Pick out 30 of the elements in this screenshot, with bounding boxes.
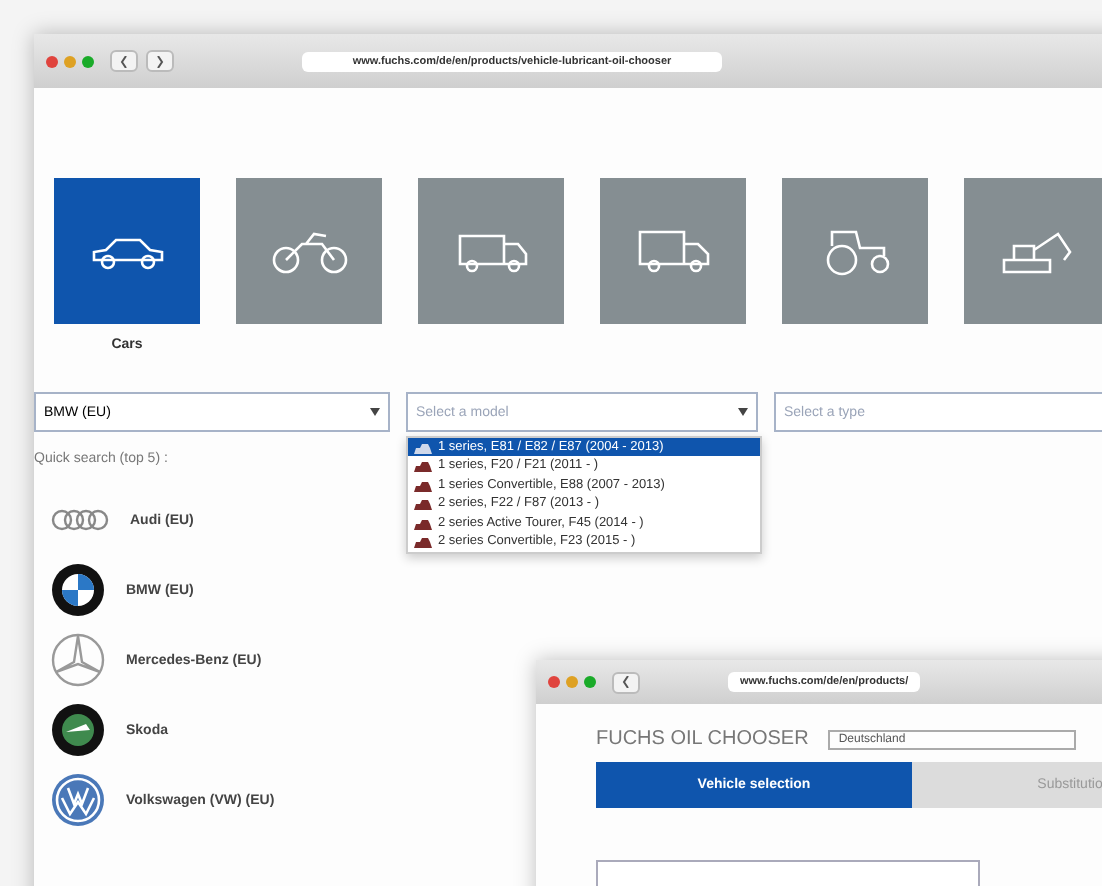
vehicle-category-tile[interactable]: [600, 178, 746, 324]
caret-icon: [738, 408, 748, 416]
winged-arrow-logo-icon: [50, 702, 106, 758]
back-button[interactable]: [612, 671, 640, 693]
vehicle-category-tile[interactable]: [782, 178, 928, 324]
close-button[interactable]: [548, 676, 560, 688]
vw-logo-icon: [50, 772, 106, 828]
chevron-left-icon: [120, 55, 128, 67]
vehicle-category-tile[interactable]: [54, 178, 200, 324]
back-button[interactable]: [110, 50, 138, 72]
forward-button[interactable]: [146, 50, 174, 72]
roundel-logo-icon: [50, 562, 106, 618]
vehicle-category-tile[interactable]: [964, 178, 1102, 324]
rings-logo-icon: [50, 508, 110, 532]
close-button[interactable]: [46, 55, 58, 67]
app-title: FUCHS OIL CHOOSER: [596, 728, 809, 750]
vehicle-category-tile[interactable]: [236, 178, 382, 324]
minimize-button[interactable]: [64, 55, 76, 67]
chevron-right-icon: [156, 55, 164, 67]
chevron-left-icon: [622, 676, 630, 688]
maximize-button[interactable]: [584, 676, 596, 688]
truck-icon: [633, 227, 713, 275]
minimize-button[interactable]: [566, 676, 578, 688]
caret-icon: [370, 408, 380, 416]
vehicle-category-tile[interactable]: [418, 178, 564, 324]
motorcycle-icon: [269, 227, 349, 275]
maximize-button[interactable]: [82, 55, 94, 67]
star-logo-icon: [50, 632, 106, 688]
excavator-icon: [997, 227, 1077, 275]
input-field[interactable]: [596, 860, 980, 886]
